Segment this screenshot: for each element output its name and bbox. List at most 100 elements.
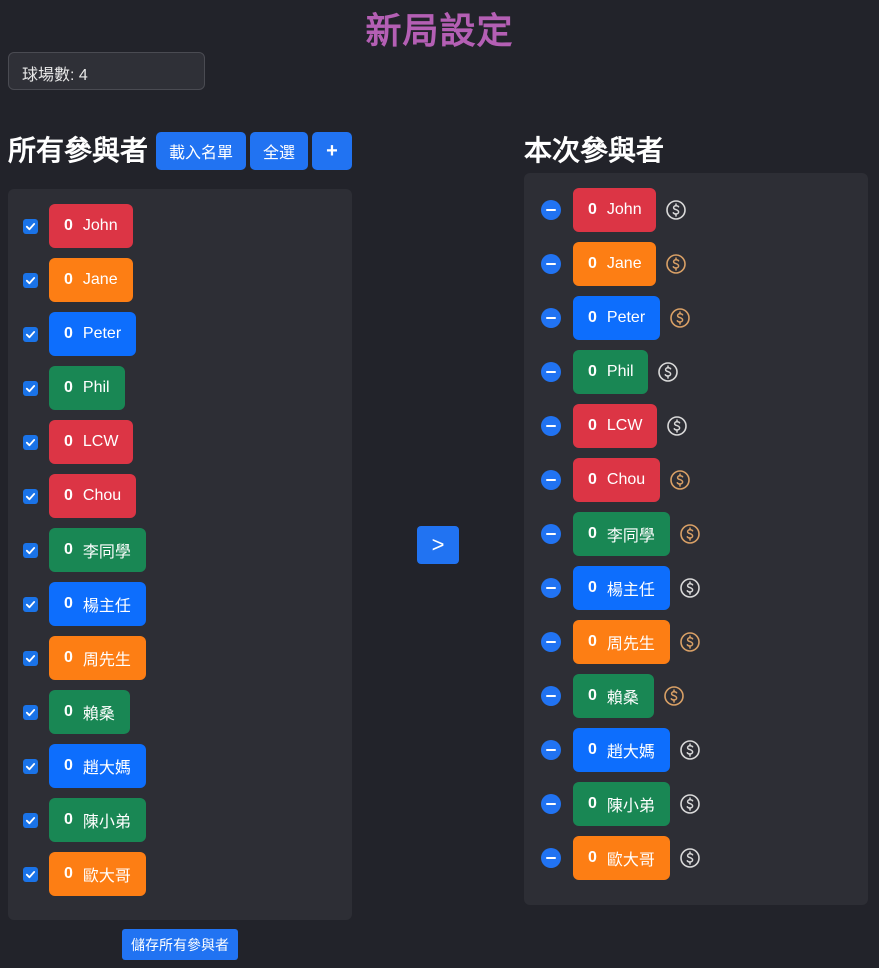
dollar-coin-icon[interactable] — [665, 199, 687, 221]
participant-row: 0 賴桑 — [8, 690, 352, 734]
remove-participant-icon[interactable] — [541, 686, 561, 706]
dollar-coin-icon[interactable] — [679, 577, 701, 599]
right-player-chip[interactable]: 0 歐大哥 — [573, 836, 670, 880]
left-player-chip[interactable]: 0 歐大哥 — [49, 852, 146, 896]
dollar-coin-icon[interactable] — [663, 685, 685, 707]
current-participant-row: 0 Chou — [524, 458, 868, 502]
player-score: 0 — [64, 487, 73, 504]
right-player-chip[interactable]: 0 Chou — [573, 458, 660, 502]
left-player-chip[interactable]: 0 周先生 — [49, 636, 146, 680]
dollar-coin-icon[interactable] — [679, 847, 701, 869]
remove-participant-icon[interactable] — [541, 362, 561, 382]
save-all-participants-button[interactable]: 儲存所有參與者 — [122, 929, 238, 960]
check-icon — [25, 439, 36, 447]
remove-participant-icon[interactable] — [541, 632, 561, 652]
remove-participant-icon[interactable] — [541, 524, 561, 544]
participant-checkbox[interactable] — [23, 489, 38, 504]
player-score: 0 — [588, 363, 597, 380]
right-player-chip[interactable]: 0 Phil — [573, 350, 648, 394]
remove-participant-icon[interactable] — [541, 308, 561, 328]
right-player-chip[interactable]: 0 Peter — [573, 296, 660, 340]
participant-checkbox[interactable] — [23, 543, 38, 558]
participant-row: 0 Chou — [8, 474, 352, 518]
participant-checkbox[interactable] — [23, 705, 38, 720]
remove-participant-icon[interactable] — [541, 470, 561, 490]
participant-checkbox[interactable] — [23, 759, 38, 774]
remove-participant-icon[interactable] — [541, 578, 561, 598]
participant-checkbox[interactable] — [23, 273, 38, 288]
left-player-chip[interactable]: 0 陳小弟 — [49, 798, 146, 842]
remove-participant-icon[interactable] — [541, 416, 561, 436]
player-score: 0 — [588, 201, 597, 218]
right-player-chip[interactable]: 0 李同學 — [573, 512, 670, 556]
dollar-coin-icon[interactable] — [679, 631, 701, 653]
participant-checkbox[interactable] — [23, 813, 38, 828]
dollar-coin-icon[interactable] — [669, 307, 691, 329]
remove-participant-icon[interactable] — [541, 254, 561, 274]
dollar-coin-icon[interactable] — [657, 361, 679, 383]
participant-row: 0 Jane — [8, 258, 352, 302]
left-player-chip[interactable]: 0 Chou — [49, 474, 136, 518]
player-name: LCW — [82, 433, 119, 450]
participant-checkbox[interactable] — [23, 651, 38, 666]
dollar-coin-icon[interactable] — [666, 415, 688, 437]
player-score: 0 — [64, 433, 73, 450]
dollar-coin-icon[interactable] — [679, 523, 701, 545]
right-player-chip[interactable]: 0 John — [573, 188, 656, 232]
courts-count-field[interactable]: 球場數: 4 — [8, 52, 205, 90]
right-player-chip[interactable]: 0 Jane — [573, 242, 656, 286]
left-player-chip[interactable]: 0 Jane — [49, 258, 133, 302]
check-icon — [25, 655, 36, 663]
player-name: Peter — [606, 309, 646, 326]
load-list-button[interactable]: 載入名單 — [156, 132, 246, 170]
select-all-button[interactable]: 全選 — [250, 132, 308, 170]
left-player-chip[interactable]: 0 John — [49, 204, 133, 248]
right-player-chip[interactable]: 0 趙大媽 — [573, 728, 670, 772]
left-player-chip[interactable]: 0 趙大媽 — [49, 744, 146, 788]
dollar-coin-icon[interactable] — [669, 469, 691, 491]
participant-checkbox[interactable] — [23, 597, 38, 612]
player-score: 0 — [64, 865, 73, 882]
right-player-chip[interactable]: 0 楊主任 — [573, 566, 670, 610]
player-name: Jane — [82, 271, 118, 288]
participant-checkbox[interactable] — [23, 435, 38, 450]
dollar-coin-icon[interactable] — [665, 253, 687, 275]
player-score: 0 — [64, 757, 73, 774]
remove-participant-icon[interactable] — [541, 200, 561, 220]
player-name: 歐大哥 — [606, 852, 655, 869]
player-score: 0 — [64, 595, 73, 612]
participant-checkbox[interactable] — [23, 381, 38, 396]
player-score: 0 — [64, 541, 73, 558]
transfer-button[interactable]: > — [417, 526, 459, 564]
player-name: Phil — [606, 363, 634, 380]
player-name: 歐大哥 — [82, 868, 131, 885]
right-player-chip[interactable]: 0 周先生 — [573, 620, 670, 664]
dollar-coin-icon[interactable] — [679, 793, 701, 815]
player-name: 周先生 — [606, 636, 655, 653]
left-player-chip[interactable]: 0 李同學 — [49, 528, 146, 572]
participant-row: 0 John — [8, 204, 352, 248]
right-player-chip[interactable]: 0 賴桑 — [573, 674, 654, 718]
left-player-chip[interactable]: 0 Phil — [49, 366, 125, 410]
left-player-chip[interactable]: 0 LCW — [49, 420, 133, 464]
player-score: 0 — [588, 687, 597, 704]
left-player-chip[interactable]: 0 楊主任 — [49, 582, 146, 626]
participant-row: 0 Phil — [8, 366, 352, 410]
remove-participant-icon[interactable] — [541, 740, 561, 760]
remove-participant-icon[interactable] — [541, 848, 561, 868]
dollar-coin-icon[interactable] — [679, 739, 701, 761]
left-player-chip[interactable]: 0 Peter — [49, 312, 136, 356]
participant-row: 0 趙大媽 — [8, 744, 352, 788]
participant-checkbox[interactable] — [23, 867, 38, 882]
add-participant-button[interactable]: + — [312, 132, 352, 170]
current-participants-panel: 0 John 0 Jane 0 Peter 0 Phil 0 LCW 0 Chou 0 李同學 0 楊主任 0 周… — [524, 173, 868, 905]
participant-row: 0 李同學 — [8, 528, 352, 572]
player-name: 李同學 — [606, 528, 655, 545]
participant-row: 0 LCW — [8, 420, 352, 464]
participant-checkbox[interactable] — [23, 327, 38, 342]
left-player-chip[interactable]: 0 賴桑 — [49, 690, 130, 734]
participant-checkbox[interactable] — [23, 219, 38, 234]
remove-participant-icon[interactable] — [541, 794, 561, 814]
right-player-chip[interactable]: 0 LCW — [573, 404, 657, 448]
right-player-chip[interactable]: 0 陳小弟 — [573, 782, 670, 826]
